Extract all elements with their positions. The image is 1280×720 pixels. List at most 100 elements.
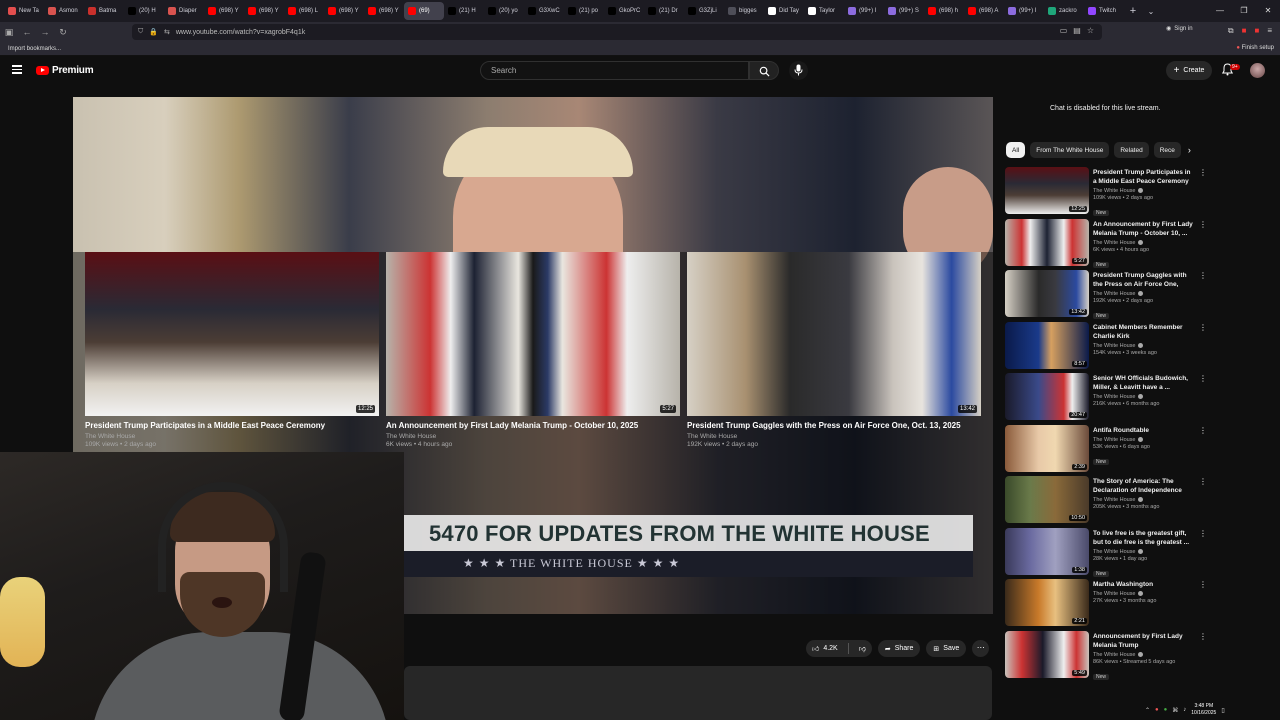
browser-tab[interactable]: (21) Dr [644,2,684,20]
endscreen-card[interactable]: 13:42 President Trump Gaggles with the P… [687,252,981,448]
browser-tab[interactable]: (21) H [444,2,484,20]
chevron-right-icon[interactable]: › [1188,145,1191,155]
video-title[interactable]: Cabinet Members Remember Charlie Kirk [1093,323,1193,341]
browser-tab[interactable]: (20) H [124,2,164,20]
endscreen-card[interactable]: 12:25 President Trump Participates in a … [85,252,379,448]
notification-center-icon[interactable]: ▯ [1221,707,1224,714]
recommendation-item[interactable]: 2:39 Antifa Roundtable The White House 53K … [1005,424,1207,476]
channel-name[interactable]: The White House [1093,188,1136,194]
browser-tab[interactable]: Diaper [164,2,204,20]
video-thumbnail[interactable]: 13:42 [1005,270,1089,317]
video-title[interactable]: Martha Washington [1093,580,1193,589]
minimize-icon[interactable]: — [1208,0,1232,22]
import-bookmarks-link[interactable]: Import bookmarks... [8,46,61,52]
extension-2-icon[interactable]: ■ [1254,26,1259,36]
reload-icon[interactable]: ↻ [54,27,72,38]
more-options-icon[interactable]: ⋮ [1199,323,1207,332]
channel-name[interactable]: The White House [1093,591,1136,597]
like-button[interactable]: 👍︎ 4.2K [806,644,844,653]
recommendation-item[interactable]: 5:27 An Announcement by First Lady Melani… [1005,218,1207,270]
chip-related[interactable]: Related [1114,142,1149,158]
adblock-icon[interactable]: ■ [1242,26,1247,36]
channel-name[interactable]: The White House [1093,291,1136,297]
channel-name[interactable]: The White House [1093,394,1136,400]
video-title[interactable]: Antifa Roundtable [1093,426,1193,435]
browser-tab[interactable]: (698) h [924,2,964,20]
extensions-icon[interactable]: ⧉ [1228,26,1234,36]
browser-tab[interactable]: GkoPrC [604,2,644,20]
share-button[interactable]: ➦ Share [877,640,921,657]
voice-search-button[interactable] [789,61,808,80]
browser-tab[interactable]: (698) Y [364,2,404,20]
more-actions-button[interactable]: ⋯ [972,640,990,657]
chip-all[interactable]: All [1006,142,1026,158]
video-thumbnail[interactable]: 20:47 [1005,373,1089,420]
pip-icon[interactable]: ▭ [1060,26,1068,35]
channel-name[interactable]: The White House [1093,497,1136,503]
tray-up-icon[interactable]: ⌃ [1145,707,1150,714]
recommendation-item[interactable]: 1:38 To live free is the greatest gift, b… [1005,527,1207,579]
browser-tab[interactable]: bigges [724,2,764,20]
more-options-icon[interactable]: ⋮ [1199,529,1207,538]
recommendation-item[interactable]: 2:21 Martha Washington The White House 27K … [1005,578,1207,630]
browser-tab[interactable]: G3XwC [524,2,564,20]
video-thumbnail[interactable]: 10:50 [1005,476,1089,523]
browser-tab[interactable]: Taylor [804,2,844,20]
video-thumbnail[interactable]: 5:27 [1005,218,1089,266]
recommendation-item[interactable]: 5:49 Announcement by First Lady Melania T… [1005,630,1207,682]
browser-tab[interactable]: (20) yo [484,2,524,20]
video-title[interactable]: President Trump Participates in a Middle… [1093,168,1193,186]
youtube-logo[interactable]: Premium [36,65,94,76]
browser-tab[interactable]: Batma [84,2,124,20]
more-options-icon[interactable]: ⋮ [1199,374,1207,383]
browser-signin[interactable]: ◉ Sign in [1166,25,1193,33]
video-thumbnail[interactable]: 5:49 [1005,630,1089,678]
browser-tab[interactable]: New Ta [4,2,44,20]
new-tab-icon[interactable]: + [1124,5,1142,17]
finish-setup-link[interactable]: ● Finish setup [1236,45,1274,51]
url-bar[interactable]: ⛉ 🔒 ⇆ www.youtube.com/watch?v=xagrobF4q1… [132,24,1102,40]
video-title[interactable]: To live free is the greatest gift, but t… [1093,529,1193,547]
browser-tab[interactable]: (21) po [564,2,604,20]
more-options-icon[interactable]: ⋮ [1199,220,1207,229]
endscreen-card[interactable]: 5:27 An Announcement by First Lady Melan… [386,252,680,448]
create-button[interactable]: + Create [1166,61,1212,80]
channel-name[interactable]: The White House [1093,652,1136,658]
more-options-icon[interactable]: ⋮ [1199,168,1207,177]
more-options-icon[interactable]: ⋮ [1199,580,1207,589]
recommendation-item[interactable]: 12:25 President Trump Participates in a M… [1005,166,1207,218]
browser-tab[interactable]: (99+) I [1004,2,1044,20]
browser-tab[interactable]: (698) A [964,2,1004,20]
browser-tab[interactable]: Asmon [44,2,84,20]
browser-tab[interactable]: Did Tay [764,2,804,20]
video-thumbnail[interactable]: 12:25 [1005,167,1089,214]
browser-tab[interactable]: (69) [404,2,444,20]
more-options-icon[interactable]: ⋮ [1199,632,1207,641]
channel-name[interactable]: The White House [1093,240,1136,246]
more-options-icon[interactable]: ⋮ [1199,426,1207,435]
video-title[interactable]: Announcement by First Lady Melania Trump [1093,632,1193,650]
channel-name[interactable]: The White House [1093,549,1136,555]
browser-tab[interactable]: (698) L [284,2,324,20]
network-icon[interactable]: ⌘ [1172,707,1178,714]
video-title[interactable]: Senior WH Officials Budowich, Miller, & … [1093,374,1193,392]
video-thumbnail[interactable]: 2:39 [1005,424,1089,472]
recommendation-item[interactable]: 20:47 Senior WH Officials Budowich, Mille… [1005,372,1207,424]
video-thumbnail[interactable]: 2:21 [1005,579,1089,626]
volume-icon[interactable]: ♪ [1183,707,1186,713]
recommendation-item[interactable]: 13:42 President Trump Gaggles with the Pr… [1005,269,1207,321]
video-thumbnail[interactable]: 8:57 [1005,321,1089,369]
video-thumbnail[interactable]: 1:38 [1005,527,1089,575]
browser-tab[interactable]: (698) Y [324,2,364,20]
browser-tab[interactable]: G3ZjLi [684,2,724,20]
search-input[interactable]: Search [480,61,749,80]
recommendation-item[interactable]: 8:57 Cabinet Members Remember Charlie Kir… [1005,321,1207,373]
video-title[interactable]: President Trump Gaggles with the Press o… [1093,271,1193,289]
search-button[interactable] [749,61,779,80]
browser-tab[interactable]: (698) Y [204,2,244,20]
recommendation-item[interactable]: 10:50 The Story of America: The Declarati… [1005,475,1207,527]
browser-tab[interactable]: zackro [1044,2,1084,20]
clock[interactable]: 3:48 PM 10/16/2025 [1191,703,1216,717]
back-icon[interactable]: ← [18,27,36,37]
chip-recent[interactable]: Rece [1153,142,1181,158]
